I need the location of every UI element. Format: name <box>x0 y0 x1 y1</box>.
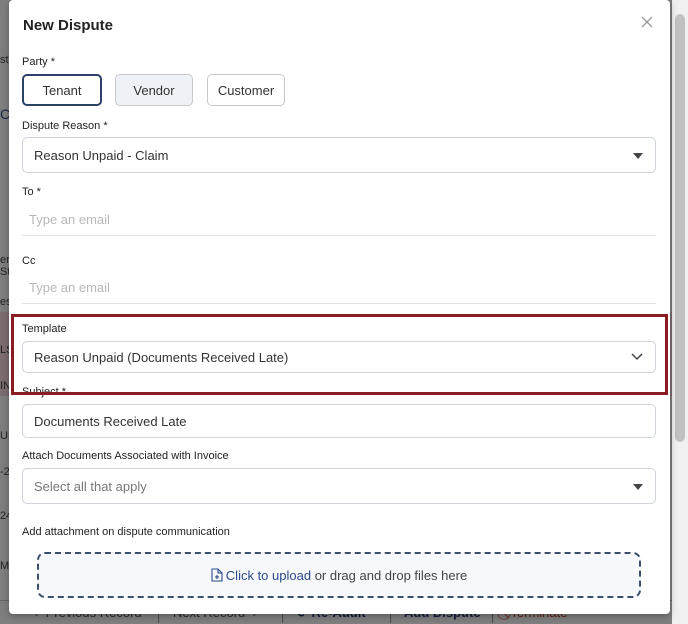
close-icon <box>641 16 653 28</box>
modal-title: New Dispute <box>23 17 114 34</box>
cc-email-input[interactable] <box>22 272 656 304</box>
party-option-vendor[interactable]: Vendor <box>115 74 193 106</box>
party-option-tenant[interactable]: Tenant <box>22 74 102 106</box>
dropzone-text: or drag and drop files here <box>311 567 468 583</box>
attachment-label: Add attachment on dispute communication <box>22 526 230 538</box>
party-label: Party * <box>22 56 56 68</box>
click-to-upload-link[interactable]: Click to upload <box>226 568 311 583</box>
to-label: To * <box>22 186 41 198</box>
file-dropzone[interactable]: Click to upload or drag and drop files h… <box>37 552 641 598</box>
file-upload-icon <box>211 568 223 582</box>
new-dispute-modal: New Dispute Party * Tenant Vendor Custom… <box>9 0 670 614</box>
cc-label: Cc <box>22 255 36 267</box>
close-button[interactable] <box>637 12 657 32</box>
attach-documents-select[interactable]: Select all that apply <box>22 468 656 504</box>
caret-down-icon <box>633 153 643 159</box>
dispute-reason-label: Dispute Reason * <box>22 120 108 132</box>
template-highlight-box <box>11 314 668 395</box>
to-email-input[interactable] <box>22 204 656 236</box>
dispute-reason-select[interactable]: Reason Unpaid - Claim <box>22 137 656 173</box>
subject-input[interactable]: Documents Received Late <box>22 404 656 438</box>
attach-documents-label: Attach Documents Associated with Invoice <box>22 450 229 462</box>
party-option-customer[interactable]: Customer <box>207 74 285 106</box>
dispute-reason-value: Reason Unpaid - Claim <box>34 148 169 163</box>
attach-documents-placeholder: Select all that apply <box>34 479 147 494</box>
page-scrollbar-thumb[interactable] <box>675 14 685 442</box>
caret-down-icon <box>633 484 643 490</box>
